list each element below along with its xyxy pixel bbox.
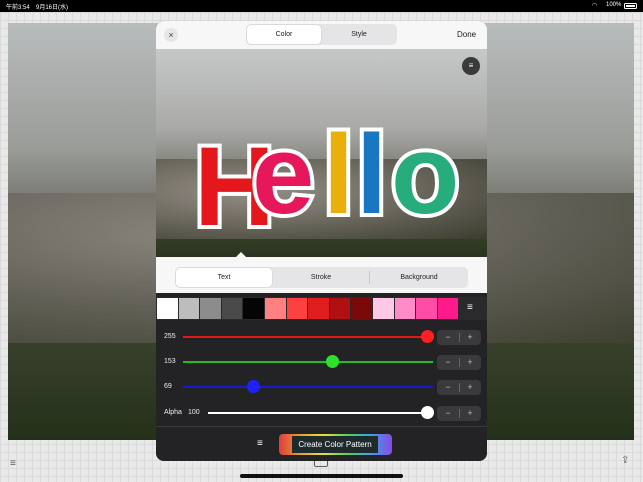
battery-percent: 100% [606,2,622,8]
color-swatch[interactable] [437,298,459,319]
color-swatch[interactable] [394,298,416,319]
status-date: 9月16日(水) [36,5,69,11]
close-button[interactable]: × [164,28,178,42]
color-swatch[interactable] [157,298,178,319]
color-swatch[interactable] [243,298,264,319]
battery-icon [624,3,637,9]
slider-track[interactable] [183,361,433,363]
home-indicator [240,474,403,478]
slider-row-red: 255 − + [156,325,487,349]
tab-style[interactable]: Style [322,25,396,44]
decrement-button[interactable]: − [437,330,459,345]
value-stepper: − + [437,380,481,395]
color-swatch[interactable] [221,298,243,319]
color-swatch-row: ≡ [156,297,487,320]
wifi-icon: ◠ [592,3,598,9]
slider-thumb[interactable] [325,355,339,368]
status-bar: 午前3:54 9月16日(水) ◠ 100% [0,0,643,12]
increment-button[interactable]: + [459,355,481,370]
tab-background[interactable]: Background [371,268,467,287]
mode-segmented-control: Color Style [246,24,397,45]
increment-button[interactable]: + [459,406,481,421]
color-swatch[interactable] [308,298,329,319]
color-swatch[interactable] [178,298,200,319]
swatch-menu-icon[interactable]: ≡ [467,302,473,313]
preview-text: Hello [190,112,463,247]
color-swatch[interactable] [373,298,394,319]
decrement-button[interactable]: − [437,355,459,370]
value-stepper: − + [437,406,481,421]
tab-stroke[interactable]: Stroke [273,268,369,287]
preview-letter: e [248,112,318,237]
slider-value: 69 [164,383,172,390]
modal-footer: ≡ Create Color Pattern [156,426,487,461]
color-swatch[interactable] [416,298,437,319]
preview-letter: l [352,112,391,237]
increment-button[interactable]: + [459,380,481,395]
decrement-button[interactable]: − [437,406,459,421]
done-button[interactable]: Done [457,30,476,39]
slider-track[interactable] [208,412,433,414]
status-time: 午前3:54 [6,5,30,11]
preview-letter: H [190,124,279,249]
tab-text[interactable]: Text [176,268,272,287]
color-swatch[interactable] [200,298,221,319]
slider-row-green: 153 − + [156,350,487,374]
color-swatch[interactable] [265,298,286,319]
modal-header: × Color Style Done [156,21,487,49]
color-swatch[interactable] [351,298,372,319]
color-editor-modal: × Color Style Done ≡ Hello Text Stroke B… [156,21,487,461]
color-swatch[interactable] [286,298,308,319]
slider-value: 100 [188,409,200,416]
preview-letter: l [319,112,358,237]
decrement-button[interactable]: − [437,380,459,395]
color-target-tabs: Text Stroke Background [156,252,487,293]
preview-menu-icon[interactable]: ≡ [462,57,480,75]
value-stepper: − + [437,330,481,345]
slider-track[interactable] [183,336,433,338]
create-color-pattern-label: Create Color Pattern [292,436,378,453]
slider-row-alpha: Alpha 100 − + [156,401,487,425]
text-preview: ≡ Hello [156,49,487,278]
tab-color[interactable]: Color [247,25,321,44]
slider-track[interactable] [183,386,433,388]
target-segmented-control: Text Stroke Background [175,267,468,288]
pattern-menu-icon[interactable]: ≡ [257,438,263,449]
slider-label: Alpha [164,409,182,416]
color-swatch[interactable] [329,298,351,319]
increment-button[interactable]: + [459,330,481,345]
create-color-pattern-button[interactable]: Create Color Pattern [279,434,392,455]
slider-value: 153 [164,358,176,365]
slider-thumb[interactable] [247,380,261,393]
menu-icon[interactable]: ≡ [10,458,16,469]
value-stepper: − + [437,355,481,370]
preview-letter: o [387,112,463,237]
share-icon[interactable]: ⇪ [621,455,629,466]
slider-thumb[interactable] [421,330,434,343]
slider-thumb[interactable] [421,406,434,419]
slider-row-blue: 69 − + [156,375,487,399]
slider-value: 255 [164,333,176,340]
